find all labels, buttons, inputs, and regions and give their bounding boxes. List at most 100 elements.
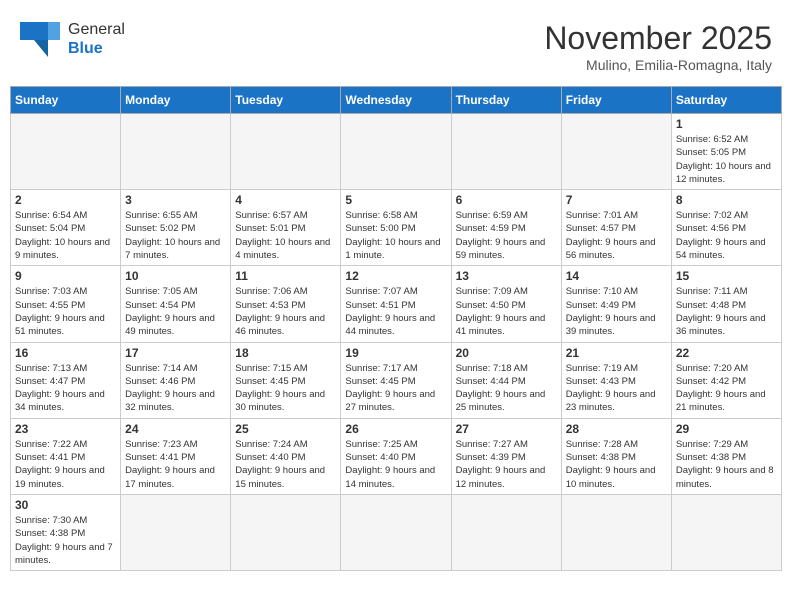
- day-number: 28: [566, 422, 667, 436]
- week-row-4: 16Sunrise: 7:13 AM Sunset: 4:47 PM Dayli…: [11, 342, 782, 418]
- calendar-cell: 1 Sunrise: 6:52 AM Sunset: 5:05 PM Daylig…: [671, 114, 781, 190]
- logo-text: General Blue: [68, 20, 125, 58]
- day-number: 23: [15, 422, 116, 436]
- day-info: Sunrise: 6:54 AM Sunset: 5:04 PM Dayligh…: [15, 209, 116, 262]
- logo: General Blue: [20, 20, 125, 58]
- day-info: Sunrise: 7:24 AM Sunset: 4:40 PM Dayligh…: [235, 438, 336, 491]
- calendar-cell: 3Sunrise: 6:55 AM Sunset: 5:02 PM Daylig…: [121, 190, 231, 266]
- day-info: Sunrise: 7:15 AM Sunset: 4:45 PM Dayligh…: [235, 362, 336, 415]
- page-header: General Blue November 2025 Mulino, Emili…: [10, 10, 782, 78]
- calendar-cell: 28Sunrise: 7:28 AM Sunset: 4:38 PM Dayli…: [561, 418, 671, 494]
- day-info: Sunrise: 7:11 AM Sunset: 4:48 PM Dayligh…: [676, 285, 777, 338]
- weekday-header-thursday: Thursday: [451, 87, 561, 114]
- day-number: 30: [15, 498, 116, 512]
- day-info: Sunrise: 7:07 AM Sunset: 4:51 PM Dayligh…: [345, 285, 446, 338]
- weekday-header-saturday: Saturday: [671, 87, 781, 114]
- calendar-cell: 6 Sunrise: 6:59 AM Sunset: 4:59 PM Daylig…: [451, 190, 561, 266]
- calendar-cell: 2 Sunrise: 6:54 AM Sunset: 5:04 PM Daylig…: [11, 190, 121, 266]
- calendar-cell: 11 Sunrise: 7:06 AM Sunset: 4:53 PM Dayli…: [231, 266, 341, 342]
- calendar-cell: [121, 494, 231, 570]
- day-info: Sunrise: 6:52 AM Sunset: 5:05 PM Dayligh…: [676, 133, 777, 186]
- calendar-cell: 8 Sunrise: 7:02 AM Sunset: 4:56 PM Daylig…: [671, 190, 781, 266]
- weekday-header-sunday: Sunday: [11, 87, 121, 114]
- calendar-cell: 29 Sunrise: 7:29 AM Sunset: 4:38 PM Dayli…: [671, 418, 781, 494]
- day-info: Sunrise: 6:58 AM Sunset: 5:00 PM Dayligh…: [345, 209, 446, 262]
- weekday-header-tuesday: Tuesday: [231, 87, 341, 114]
- calendar-table: SundayMondayTuesdayWednesdayThursdayFrid…: [10, 86, 782, 571]
- calendar-cell: [341, 114, 451, 190]
- day-number: 18: [235, 346, 336, 360]
- day-info: Sunrise: 7:06 AM Sunset: 4:53 PM Dayligh…: [235, 285, 336, 338]
- calendar-cell: 17Sunrise: 7:14 AM Sunset: 4:46 PM Dayli…: [121, 342, 231, 418]
- day-info: Sunrise: 7:18 AM Sunset: 4:44 PM Dayligh…: [456, 362, 557, 415]
- location: Mulino, Emilia-Romagna, Italy: [544, 57, 772, 73]
- day-info: Sunrise: 6:57 AM Sunset: 5:01 PM Dayligh…: [235, 209, 336, 262]
- calendar-cell: [231, 114, 341, 190]
- day-info: Sunrise: 7:09 AM Sunset: 4:50 PM Dayligh…: [456, 285, 557, 338]
- day-number: 2: [15, 193, 116, 207]
- day-number: 26: [345, 422, 446, 436]
- day-info: Sunrise: 7:02 AM Sunset: 4:56 PM Dayligh…: [676, 209, 777, 262]
- calendar-cell: [451, 494, 561, 570]
- month-title: November 2025: [544, 20, 772, 57]
- week-row-2: 2 Sunrise: 6:54 AM Sunset: 5:04 PM Daylig…: [11, 190, 782, 266]
- weekday-header-friday: Friday: [561, 87, 671, 114]
- weekday-header-monday: Monday: [121, 87, 231, 114]
- calendar-cell: 22 Sunrise: 7:20 AM Sunset: 4:42 PM Dayli…: [671, 342, 781, 418]
- day-info: Sunrise: 6:59 AM Sunset: 4:59 PM Dayligh…: [456, 209, 557, 262]
- week-row-6: 30Sunrise: 7:30 AM Sunset: 4:38 PM Dayli…: [11, 494, 782, 570]
- day-number: 7: [566, 193, 667, 207]
- day-info: Sunrise: 7:01 AM Sunset: 4:57 PM Dayligh…: [566, 209, 667, 262]
- calendar-cell: 24 Sunrise: 7:23 AM Sunset: 4:41 PM Dayli…: [121, 418, 231, 494]
- day-info: Sunrise: 7:03 AM Sunset: 4:55 PM Dayligh…: [15, 285, 116, 338]
- calendar-cell: 16Sunrise: 7:13 AM Sunset: 4:47 PM Dayli…: [11, 342, 121, 418]
- calendar-cell: 12 Sunrise: 7:07 AM Sunset: 4:51 PM Dayli…: [341, 266, 451, 342]
- day-number: 21: [566, 346, 667, 360]
- day-info: Sunrise: 7:14 AM Sunset: 4:46 PM Dayligh…: [125, 362, 226, 415]
- day-info: Sunrise: 7:20 AM Sunset: 4:42 PM Dayligh…: [676, 362, 777, 415]
- calendar-cell: [121, 114, 231, 190]
- title-block: November 2025 Mulino, Emilia-Romagna, It…: [544, 20, 772, 73]
- day-number: 6: [456, 193, 557, 207]
- calendar-cell: 26Sunrise: 7:25 AM Sunset: 4:40 PM Dayli…: [341, 418, 451, 494]
- day-number: 22: [676, 346, 777, 360]
- weekday-header-row: SundayMondayTuesdayWednesdayThursdayFrid…: [11, 87, 782, 114]
- day-number: 25: [235, 422, 336, 436]
- day-number: 13: [456, 269, 557, 283]
- day-number: 3: [125, 193, 226, 207]
- calendar-cell: 15 Sunrise: 7:11 AM Sunset: 4:48 PM Dayli…: [671, 266, 781, 342]
- day-number: 24: [125, 422, 226, 436]
- day-number: 15: [676, 269, 777, 283]
- day-number: 29: [676, 422, 777, 436]
- day-number: 20: [456, 346, 557, 360]
- day-number: 14: [566, 269, 667, 283]
- day-number: 1: [676, 117, 777, 131]
- calendar-cell: [341, 494, 451, 570]
- day-info: Sunrise: 7:19 AM Sunset: 4:43 PM Dayligh…: [566, 362, 667, 415]
- day-info: Sunrise: 7:10 AM Sunset: 4:49 PM Dayligh…: [566, 285, 667, 338]
- day-info: Sunrise: 7:27 AM Sunset: 4:39 PM Dayligh…: [456, 438, 557, 491]
- day-number: 8: [676, 193, 777, 207]
- calendar-cell: 7 Sunrise: 7:01 AM Sunset: 4:57 PM Daylig…: [561, 190, 671, 266]
- calendar-cell: 14 Sunrise: 7:10 AM Sunset: 4:49 PM Dayli…: [561, 266, 671, 342]
- calendar-cell: 25 Sunrise: 7:24 AM Sunset: 4:40 PM Dayli…: [231, 418, 341, 494]
- day-number: 9: [15, 269, 116, 283]
- calendar-cell: 21 Sunrise: 7:19 AM Sunset: 4:43 PM Dayli…: [561, 342, 671, 418]
- calendar-cell: [561, 494, 671, 570]
- day-number: 12: [345, 269, 446, 283]
- calendar-cell: [451, 114, 561, 190]
- calendar-cell: 9 Sunrise: 7:03 AM Sunset: 4:55 PM Daylig…: [11, 266, 121, 342]
- day-info: Sunrise: 7:29 AM Sunset: 4:38 PM Dayligh…: [676, 438, 777, 491]
- calendar-cell: 30Sunrise: 7:30 AM Sunset: 4:38 PM Dayli…: [11, 494, 121, 570]
- day-number: 11: [235, 269, 336, 283]
- day-number: 5: [345, 193, 446, 207]
- calendar-cell: [561, 114, 671, 190]
- logo-icon: [20, 22, 60, 57]
- calendar-cell: 27Sunrise: 7:27 AM Sunset: 4:39 PM Dayli…: [451, 418, 561, 494]
- week-row-3: 9 Sunrise: 7:03 AM Sunset: 4:55 PM Daylig…: [11, 266, 782, 342]
- day-info: Sunrise: 7:23 AM Sunset: 4:41 PM Dayligh…: [125, 438, 226, 491]
- calendar-cell: [11, 114, 121, 190]
- calendar-cell: 18 Sunrise: 7:15 AM Sunset: 4:45 PM Dayli…: [231, 342, 341, 418]
- day-number: 4: [235, 193, 336, 207]
- calendar-cell: 5 Sunrise: 6:58 AM Sunset: 5:00 PM Daylig…: [341, 190, 451, 266]
